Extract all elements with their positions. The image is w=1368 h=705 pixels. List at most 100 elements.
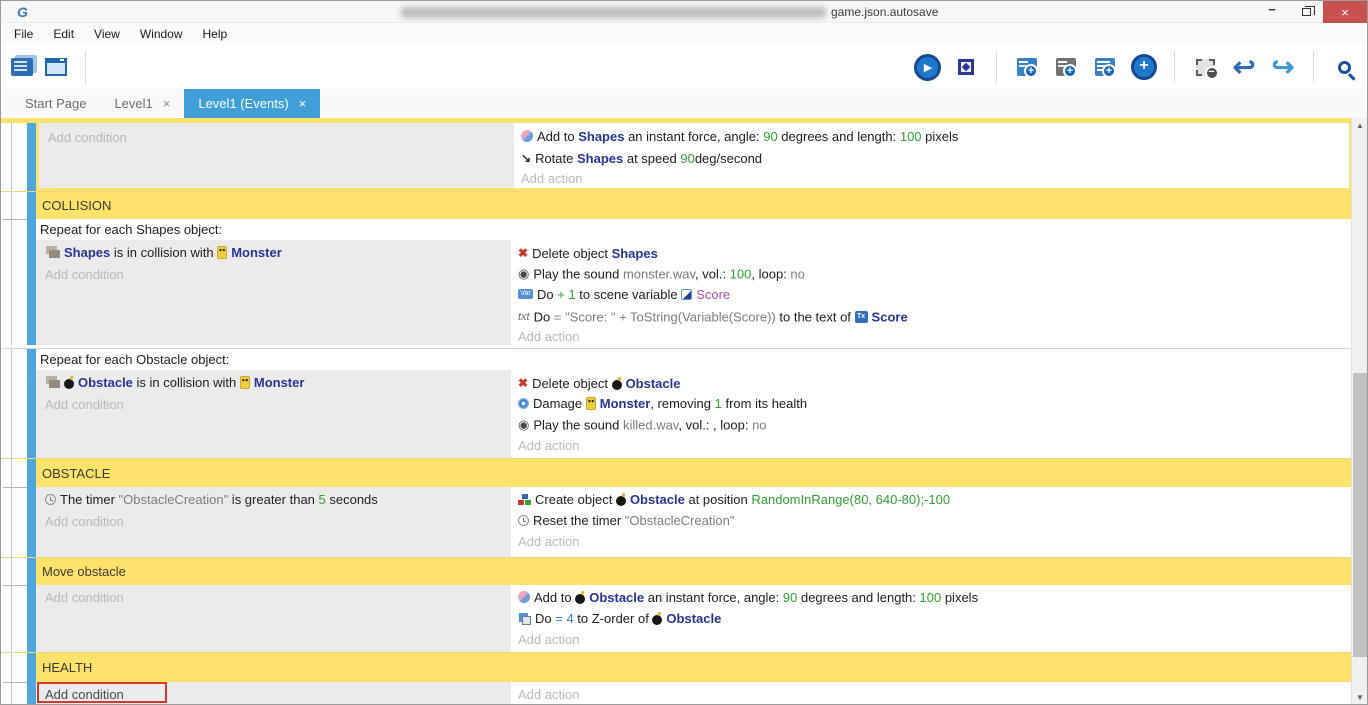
menu-file[interactable]: File (4, 23, 43, 45)
event-drag-handle[interactable] (27, 349, 36, 458)
tab-level1[interactable]: Level1 × (100, 89, 184, 118)
add-action-row[interactable]: Add action (521, 168, 1349, 188)
scrollbar-thumb[interactable] (1353, 373, 1367, 657)
action-row[interactable]: Create object Obstacle at position Rando… (518, 489, 1352, 510)
damage-icon (518, 398, 529, 409)
event-drag-handle[interactable] (27, 585, 36, 652)
add-condition-row[interactable]: Add condition (36, 511, 511, 533)
group-header[interactable]: COLLISION (36, 192, 1352, 219)
add-action-row[interactable]: Add action (518, 326, 1352, 345)
restore-button[interactable] (1289, 1, 1323, 23)
close-button[interactable]: × (1323, 1, 1367, 23)
condition-row[interactable]: Shapes is in collision with Monster (36, 242, 511, 264)
group-header[interactable]: OBSTACLE (36, 459, 1352, 487)
bomb-icon (64, 379, 74, 389)
menu-help[interactable]: Help (193, 23, 238, 45)
group-drag-handle[interactable] (27, 192, 36, 219)
group-drag-handle[interactable] (27, 558, 36, 585)
monster-icon (586, 397, 596, 410)
group-drag-handle[interactable] (27, 459, 36, 487)
delete-event-button[interactable]: − (1190, 51, 1220, 83)
redo-button[interactable]: ↪ (1268, 51, 1298, 83)
action-row[interactable]: Do + 1 to scene variable Score (518, 284, 1352, 305)
monster-icon (217, 246, 227, 259)
cubes-icon (49, 250, 60, 258)
search-button[interactable] (1329, 51, 1359, 83)
action-row[interactable]: Damage Monster, removing 1 from its heal… (518, 393, 1352, 414)
play-button[interactable]: ▶ (912, 51, 942, 83)
add-event-button[interactable]: + (1012, 51, 1042, 83)
add-action-row[interactable]: Add action (518, 684, 1352, 705)
tree-gutter (1, 123, 27, 191)
create-icon (518, 494, 531, 505)
action-row[interactable]: Do = 4 to Z-order of Obstacle (518, 608, 1352, 629)
action-row[interactable]: Add to Shapes an instant force, angle: 9… (521, 126, 1349, 147)
action-row[interactable]: Delete object Obstacle (518, 372, 1352, 393)
action-row[interactable]: Delete object Shapes (518, 242, 1352, 263)
add-condition-row[interactable]: Add condition (36, 394, 511, 416)
tree-gutter (1, 682, 27, 705)
group-header[interactable]: HEALTH (36, 653, 1352, 682)
add-action-row[interactable]: Add action (518, 531, 1352, 552)
event-header-row[interactable]: Repeat for each Shapes object: (36, 219, 1352, 240)
event-drag-handle[interactable] (27, 487, 36, 557)
add-event-icon: + (1017, 58, 1037, 76)
toolbar-separator (996, 51, 997, 83)
force-icon (521, 130, 533, 142)
add-condition-row[interactable]: Add condition (36, 587, 511, 609)
condition-row[interactable]: The timer "ObstacleCreation" is greater … (36, 489, 511, 511)
condition-row[interactable]: Obstacle is in collision with Monster (36, 372, 511, 394)
tree-gutter (1, 585, 27, 652)
scrollbar-up-icon[interactable]: ▲ (1352, 118, 1367, 134)
menu-view[interactable]: View (84, 23, 130, 45)
event-drag-handle[interactable] (27, 219, 36, 345)
bomb-icon (652, 615, 662, 625)
rotate-icon (521, 147, 531, 168)
timer-icon (518, 515, 529, 526)
undo-button[interactable]: ↩ (1229, 51, 1259, 83)
group-header[interactable]: Move obstacle (36, 558, 1352, 585)
add-action-row[interactable]: Add action (518, 435, 1352, 456)
events-list: Add condition Add to Shapes an instant f… (1, 118, 1353, 705)
action-row[interactable]: Play the sound monster.wav, vol.: 100, l… (518, 263, 1352, 284)
tab-level1-events[interactable]: Level1 (Events) × (184, 89, 320, 118)
menu-window[interactable]: Window (130, 23, 193, 45)
action-row[interactable]: Reset the timer "ObstacleCreation" (518, 510, 1352, 531)
application-window: G game.json.autosave − × File Edit View … (0, 0, 1368, 705)
actions-column: Add action (511, 682, 1352, 705)
action-row[interactable]: Play the sound killed.wav, vol.: , loop:… (518, 414, 1352, 435)
add-comment-button[interactable]: + (1090, 51, 1120, 83)
add-other-event-button[interactable]: + (1129, 51, 1159, 83)
add-action-row[interactable]: Add action (518, 629, 1352, 650)
monster-icon (240, 376, 250, 389)
delete-icon (518, 242, 528, 263)
add-subevent-icon: + (1056, 58, 1076, 76)
vertical-scrollbar[interactable]: ▲ ▼ (1351, 118, 1367, 705)
add-subevent-button[interactable]: + (1051, 51, 1081, 83)
add-condition-row[interactable]: Add condition (39, 127, 514, 149)
scrollbar-down-icon[interactable]: ▼ (1352, 690, 1367, 705)
toolbar: ▶ + + + + − ↩ ↪ (1, 45, 1367, 89)
menu-edit[interactable]: Edit (43, 23, 84, 45)
tab-start-page[interactable]: Start Page (11, 89, 100, 118)
window-preview-icon[interactable] (45, 58, 67, 76)
action-row[interactable]: Add to Obstacle an instant force, angle:… (518, 587, 1352, 608)
debug-button[interactable] (951, 51, 981, 83)
minimize-button[interactable]: − (1255, 1, 1289, 23)
actions-column: Delete object Obstacle Damage Monster, r… (511, 370, 1352, 458)
event-health-empty: Add condition Add action (1, 682, 1352, 705)
action-row[interactable]: Rotate Shapes at speed 90deg/second (521, 147, 1349, 168)
scene-editor-icon[interactable] (11, 58, 33, 76)
sound-icon (518, 414, 529, 435)
action-row[interactable]: Do = "Score: " + ToString(Variable(Score… (518, 305, 1352, 326)
tab-close-icon[interactable]: × (163, 96, 171, 111)
group-drag-handle[interactable] (27, 653, 36, 682)
search-icon (1338, 61, 1351, 74)
add-condition-row[interactable]: Add condition (36, 264, 511, 286)
tab-close-icon[interactable]: × (299, 96, 307, 111)
restore-icon (1302, 8, 1311, 16)
event-drag-handle[interactable] (27, 682, 36, 705)
actions-column: Add to Obstacle an instant force, angle:… (511, 585, 1352, 652)
event-drag-handle[interactable] (27, 123, 36, 191)
event-header-row[interactable]: Repeat for each Obstacle object: (36, 349, 1352, 370)
